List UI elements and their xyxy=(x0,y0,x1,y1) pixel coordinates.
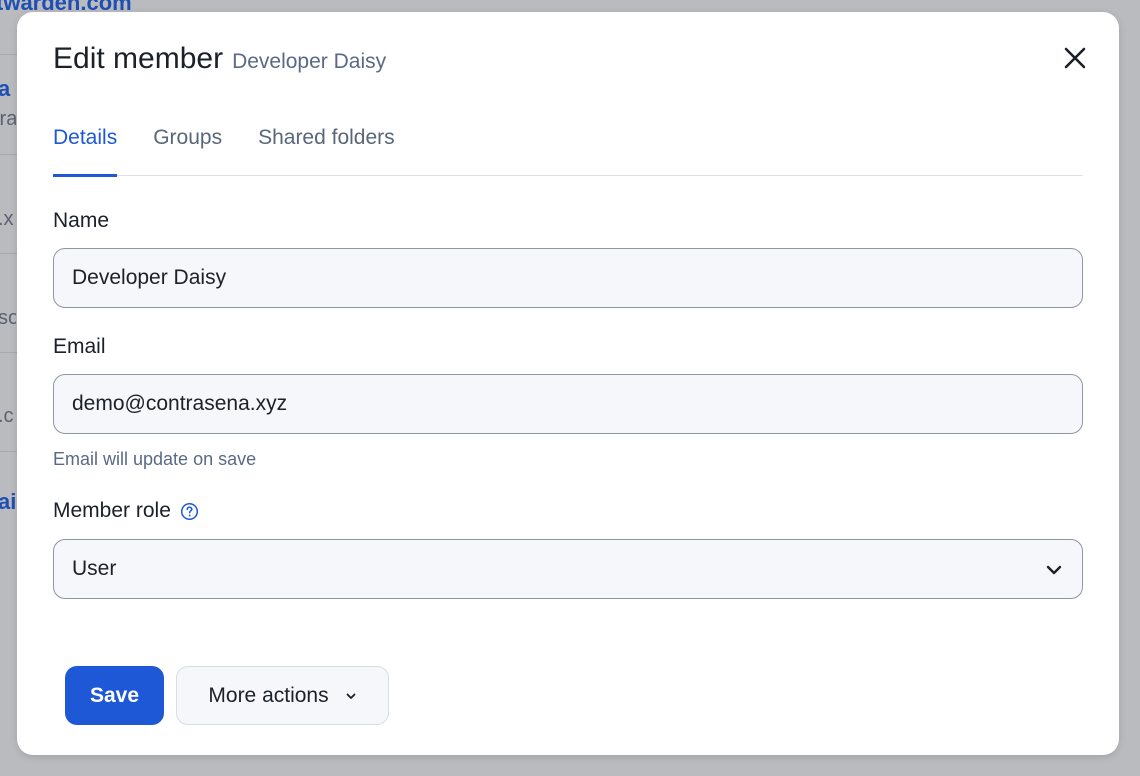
dialog-title: Edit member xyxy=(53,42,224,75)
member-role-select[interactable]: User xyxy=(53,539,1083,599)
close-icon xyxy=(1064,47,1086,69)
email-input[interactable]: demo@contrasena.xyz xyxy=(53,374,1083,434)
close-button[interactable] xyxy=(1061,44,1089,72)
chevron-down-icon xyxy=(345,690,357,702)
more-actions-button[interactable]: More actions xyxy=(176,666,389,725)
name-label: Name xyxy=(53,209,110,232)
chevron-down-icon xyxy=(1044,560,1064,586)
email-label: Email xyxy=(53,335,106,358)
dialog-subtitle: Developer Daisy xyxy=(232,50,387,73)
background-link: ai xyxy=(0,489,16,514)
email-hint: Email will update on save xyxy=(53,449,257,469)
tab-shared-folders[interactable]: Shared folders xyxy=(258,124,395,176)
save-button[interactable]: Save xyxy=(65,666,164,725)
background-text: so xyxy=(0,307,16,329)
background-text: tra xyxy=(0,108,16,130)
member-role-label: Member role xyxy=(53,499,171,522)
background-link: a xyxy=(0,76,11,101)
member-role-label-row: Member role xyxy=(53,499,199,523)
background-text: .x xyxy=(0,208,14,230)
tab-groups[interactable]: Groups xyxy=(153,124,222,176)
background-text: .c xyxy=(0,405,14,427)
name-input[interactable]: Developer Daisy xyxy=(53,248,1083,308)
dialog-header: Edit member Developer Daisy xyxy=(53,42,386,76)
tab-details[interactable]: Details xyxy=(53,124,118,177)
more-actions-label: More actions xyxy=(208,683,329,707)
tab-bar: Details Groups Shared folders xyxy=(53,124,1083,177)
member-role-value: User xyxy=(72,557,117,580)
edit-member-dialog: Edit member Developer Daisy Details Grou… xyxy=(17,12,1119,755)
question-circle-icon[interactable] xyxy=(180,502,199,521)
